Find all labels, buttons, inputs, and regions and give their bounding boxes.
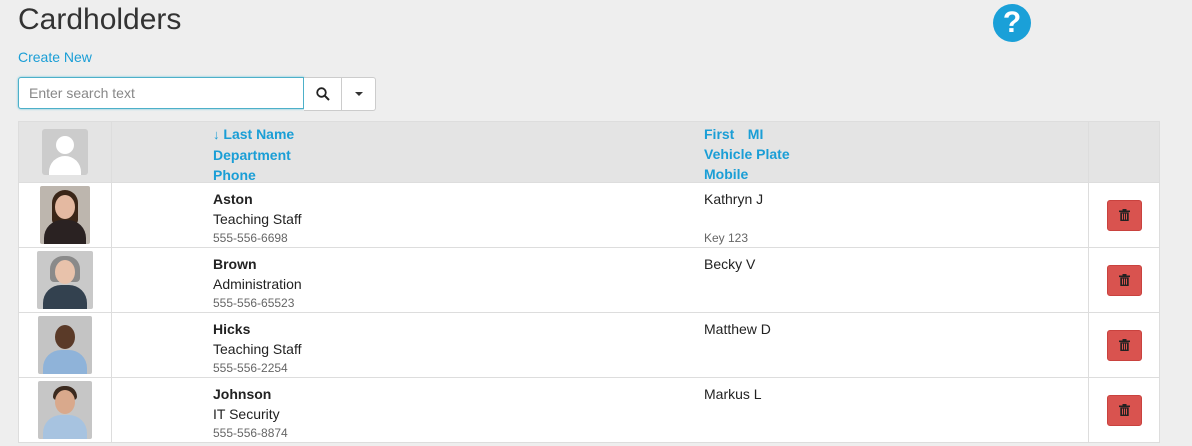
avatar-placeholder-icon [42, 129, 88, 175]
create-new-link[interactable]: Create New [18, 49, 92, 65]
sort-department[interactable]: Department [213, 145, 704, 165]
phone: 555-556-65523 [213, 296, 295, 310]
caret-down-icon [354, 92, 363, 96]
delete-button[interactable] [1106, 264, 1142, 296]
first-mi: Becky V [704, 256, 756, 272]
first-mi: Kathryn J [704, 191, 764, 207]
department: Teaching Staff [213, 341, 302, 357]
search-group [18, 77, 376, 111]
avatar [38, 316, 92, 374]
phone: 555-556-8874 [213, 426, 288, 440]
first-mi: Markus L [704, 386, 762, 402]
delete-button[interactable] [1106, 199, 1142, 231]
first-mi: Matthew D [704, 321, 771, 337]
table-row[interactable]: Hicks Teaching Staff 555-556-2254 Matthe… [19, 313, 1159, 378]
table-header: ↓ Last Name Department Phone First MI Ve… [19, 122, 1159, 183]
page-title: Cardholders [18, 3, 182, 36]
last-name: Brown [213, 256, 257, 272]
department: Administration [213, 276, 302, 292]
help-icon[interactable]: ? [993, 4, 1031, 42]
search-options-dropdown[interactable] [342, 77, 376, 111]
sort-mi[interactable]: MI [748, 126, 764, 142]
trash-icon [1118, 274, 1130, 286]
table-row[interactable]: Johnson IT Security 555-556-8874 Markus … [19, 378, 1159, 443]
table-row[interactable]: Aston Teaching Staff 555-556-6698 Kathry… [19, 183, 1159, 248]
avatar [37, 251, 93, 309]
vehicle-plate [704, 274, 1088, 294]
last-name: Johnson [213, 386, 272, 402]
last-name: Hicks [213, 321, 251, 337]
avatar [40, 186, 90, 244]
avatar [38, 381, 92, 439]
trash-icon [1118, 339, 1130, 351]
search-button[interactable] [304, 77, 342, 111]
delete-button[interactable] [1106, 394, 1142, 426]
sort-vehicle-plate[interactable]: Vehicle Plate [704, 144, 1088, 164]
mobile: Key 123 [704, 231, 749, 245]
phone: 555-556-6698 [213, 231, 288, 245]
department: IT Security [213, 406, 280, 422]
trash-icon [1118, 209, 1130, 221]
vehicle-plate [704, 339, 1088, 359]
header-photo-cell [19, 122, 112, 182]
sort-mobile[interactable]: Mobile [704, 164, 1088, 184]
cardholder-table: ↓ Last Name Department Phone First MI Ve… [18, 121, 1160, 443]
sort-down-arrow-icon: ↓ [213, 127, 220, 142]
last-name: Aston [213, 191, 253, 207]
delete-button[interactable] [1106, 329, 1142, 361]
department: Teaching Staff [213, 211, 302, 227]
sort-first[interactable]: First [704, 126, 734, 142]
sort-last-name[interactable]: ↓ Last Name [213, 124, 704, 145]
phone: 555-556-2254 [213, 361, 288, 375]
header-last-name-label: Last Name [223, 126, 295, 142]
vehicle-plate [704, 209, 1088, 229]
search-input[interactable] [18, 77, 304, 109]
magnifier-icon [315, 87, 330, 101]
vehicle-plate [704, 404, 1088, 424]
table-row[interactable]: Brown Administration 555-556-65523 Becky… [19, 248, 1159, 313]
sort-phone[interactable]: Phone [213, 165, 704, 185]
trash-icon [1118, 404, 1130, 416]
